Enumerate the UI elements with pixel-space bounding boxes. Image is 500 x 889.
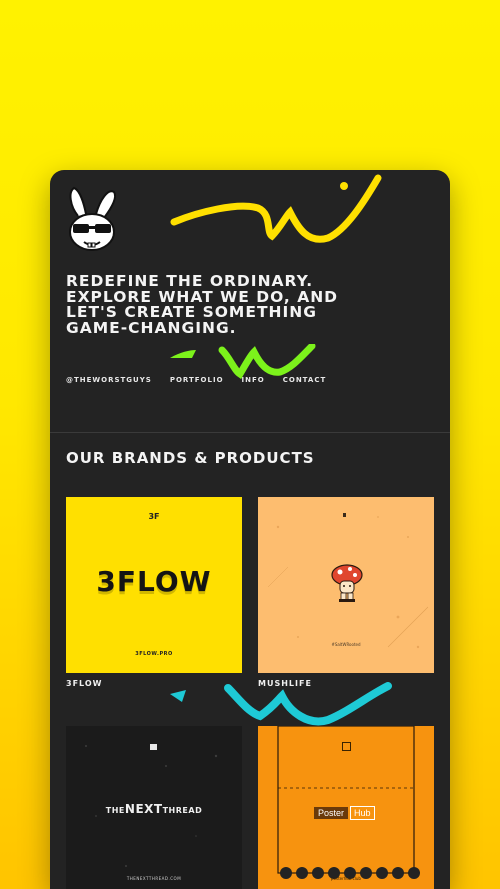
brand-card-3flow[interactable]: 3F 3FLOW 3FLOW.PRO xyxy=(66,497,242,673)
bunny-logo-icon[interactable] xyxy=(64,186,120,252)
mushroom-mascot-icon xyxy=(331,564,363,602)
brand-wordmark: 3FLOW xyxy=(96,565,212,598)
main-panel: REDEFINE THE ORDINARY. EXPLORE WHAT WE D… xyxy=(50,170,450,889)
nav-link-info[interactable]: INFO xyxy=(242,376,265,384)
hero-headline: REDEFINE THE ORDINARY. EXPLORE WHAT WE D… xyxy=(66,272,339,337)
section-title: OUR BRANDS & PRODUCTS xyxy=(66,449,315,467)
nav-link-handle[interactable]: @THEWORSTGUYS xyxy=(66,376,152,384)
lime-squiggle-decoration xyxy=(170,344,316,379)
brand-label-3flow[interactable]: 3FLOW xyxy=(66,679,102,688)
nav-link-contact[interactable]: CONTACT xyxy=(283,376,327,384)
brand-card-posterhub[interactable]: Poster Hub posterhub.club xyxy=(258,726,434,889)
cyan-squiggle-decoration xyxy=(170,682,392,726)
brand-mark-icon xyxy=(342,742,351,751)
brand-card-thenextthread[interactable]: THENEXTTHREAD THENEXTTHREAD.COM xyxy=(66,726,242,889)
brand-mark: 3F xyxy=(148,512,160,521)
section-divider xyxy=(50,432,450,433)
brand-url: posterhub.club xyxy=(331,876,361,881)
brand-handle: #SaltWRooted xyxy=(331,642,361,647)
brand-url: THENEXTTHREAD.COM xyxy=(126,876,182,881)
posterhub-wordmark: Poster Hub xyxy=(314,806,375,820)
nav-bar: @THEWORSTGUYS PORTFOLIO INFO CONTACT xyxy=(66,376,344,384)
brand-card-mushlife[interactable]: #SaltWRooted xyxy=(258,497,434,673)
nav-link-portfolio[interactable]: PORTFOLIO xyxy=(170,376,224,384)
brand-url: 3FLOW.PRO xyxy=(135,651,173,657)
yellow-squiggle-decoration xyxy=(170,174,382,243)
brand-wordmark: THENEXTTHREAD xyxy=(105,802,203,816)
